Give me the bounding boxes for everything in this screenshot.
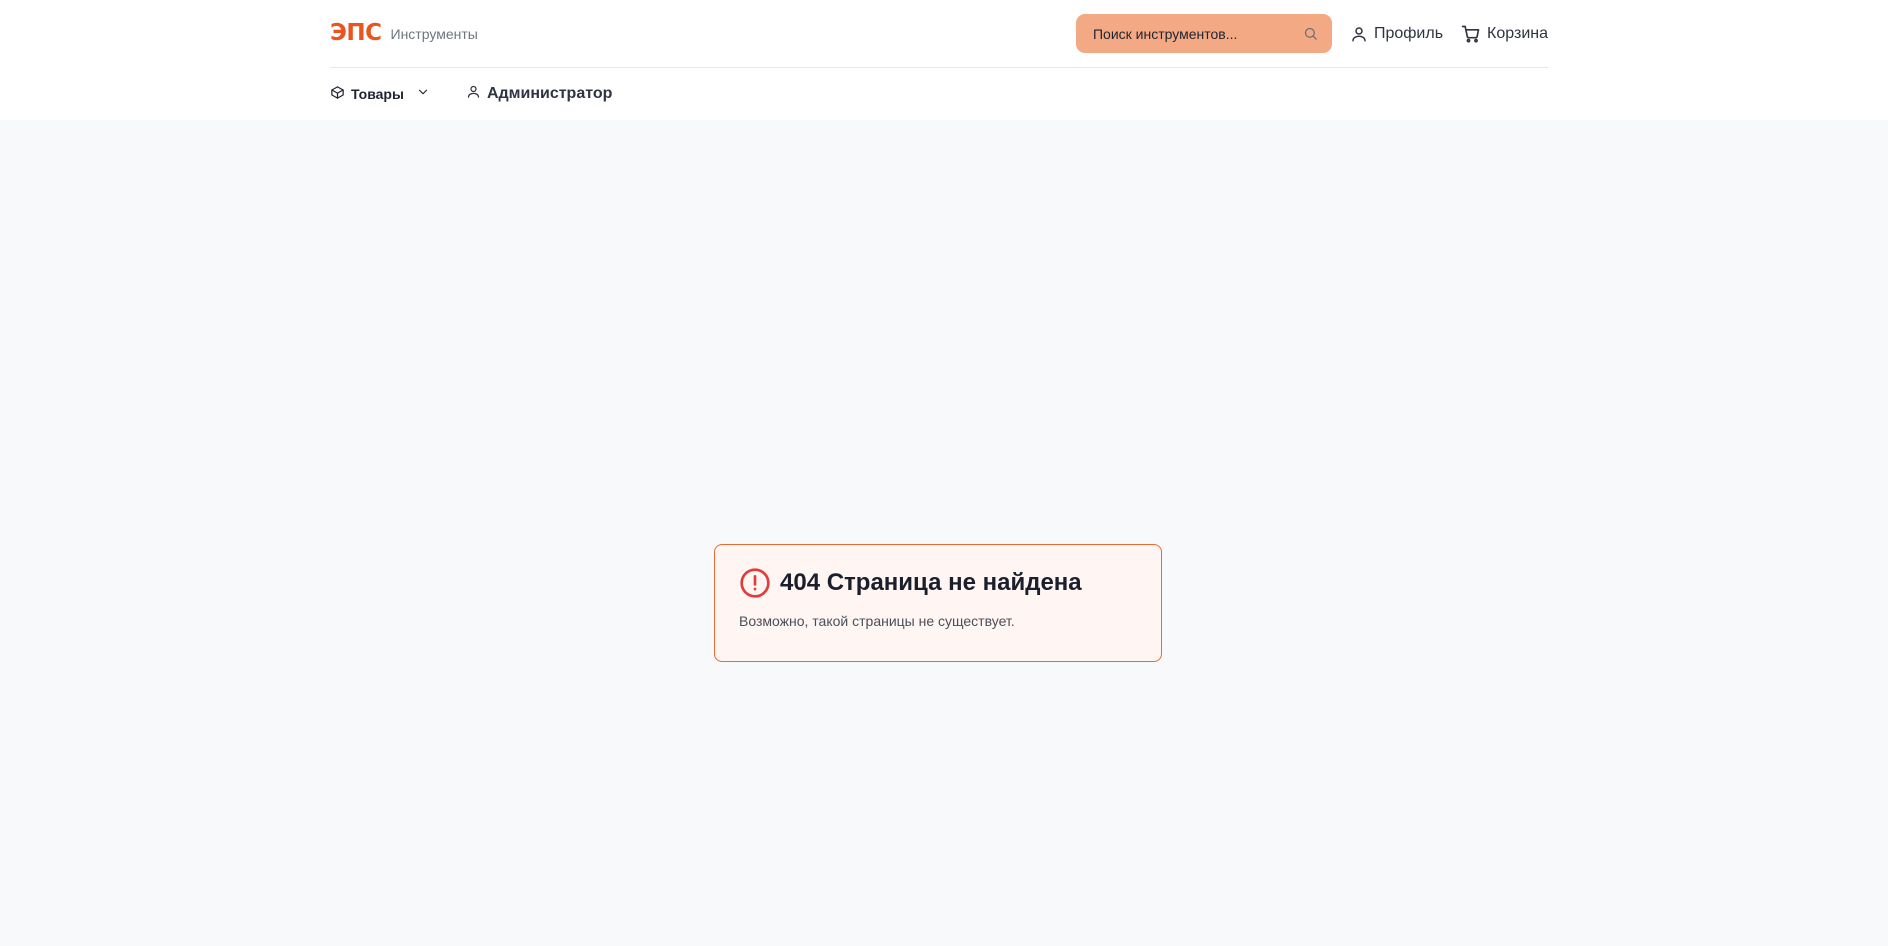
search-icon[interactable] (1303, 26, 1318, 41)
site-header: ЭПС Инструменты Поиск инструментов... Пр… (0, 0, 1888, 120)
cart-label: Корзина (1487, 24, 1548, 42)
search-input[interactable] (1092, 25, 1293, 42)
sub-navigation: Товары Администратор (330, 68, 1548, 120)
error-card: 404 Страница не найдена Возможно, такой … (714, 544, 1162, 662)
error-description: Возможно, такой страницы не существует. (739, 613, 1015, 629)
box-icon (330, 85, 345, 104)
top-bar: ЭПС Инструменты Поиск инструментов... Пр… (330, 0, 1548, 68)
alert-circle-icon (739, 567, 771, 599)
error-title: 404 Страница не найдена (780, 569, 1082, 596)
brand[interactable]: ЭПС Инструменты (330, 22, 478, 45)
error-heading: 404 Страница не найдена (739, 567, 1137, 599)
admin-link[interactable]: Администратор (466, 84, 612, 104)
user-icon (466, 84, 481, 104)
search-box[interactable] (1075, 14, 1332, 53)
cart-icon (1461, 24, 1481, 44)
profile-label: Профиль (1373, 24, 1444, 42)
header-container: ЭПС Инструменты Поиск инструментов... Пр… (330, 0, 1548, 120)
products-menu[interactable]: Товары (330, 85, 430, 104)
logo[interactable]: ЭПС (330, 22, 382, 45)
profile-link[interactable]: Профиль (1350, 25, 1443, 43)
admin-label: Администратор (486, 85, 613, 102)
header-actions: Профиль Корзина (1075, 14, 1548, 53)
main-content: 404 Страница не найдена Возможно, такой … (0, 120, 1888, 946)
cart-link[interactable]: Корзина (1461, 24, 1548, 44)
products-label: Товары (351, 86, 404, 102)
chevron-down-icon[interactable] (416, 85, 430, 103)
user-icon (1350, 25, 1368, 43)
brand-subtitle: Инструменты (390, 25, 478, 42)
